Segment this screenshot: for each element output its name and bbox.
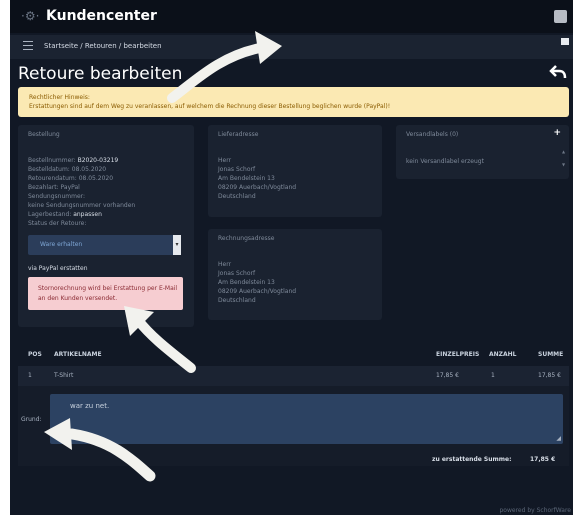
- billing-line: 08209 Auerbach/Vogtland: [218, 288, 297, 295]
- payment-line: Bezahlart: PayPal: [28, 184, 80, 191]
- app-window: ·⚙· Kundencenter Startseite / Retouren /…: [10, 0, 573, 515]
- delivery-address-panel: Lieferadresse Herr Jonas Schorf Am Bende…: [208, 125, 382, 217]
- refund-alert-text: Stornorechnung wird bei Erstattung per E…: [38, 285, 178, 302]
- shipping-labels-title: Versandlabels (0): [406, 131, 459, 138]
- status-select[interactable]: Ware erhalten ▾: [28, 235, 181, 255]
- breadcrumb[interactable]: Startseite / Retouren / bearbeiten: [44, 42, 162, 50]
- billing-line: Am Bendelstein 13: [218, 279, 275, 286]
- annotation-arrow-icon: [124, 306, 196, 373]
- status-select-value: Ware erhalten: [40, 241, 83, 248]
- billing-line: Herr: [218, 261, 232, 268]
- shipping-labels-empty: kein Versandlabel erzeugt: [406, 158, 484, 165]
- cell-price: 17,85 €: [436, 372, 459, 379]
- billing-line: Deutschland: [218, 297, 256, 304]
- delivery-address-label: Lieferadresse: [218, 131, 259, 138]
- col-qty: ANZAHL: [489, 351, 517, 358]
- reason-label: Grund:: [21, 416, 42, 423]
- cell-qty: 1: [491, 372, 495, 379]
- order-panel-label: Bestellung: [28, 131, 60, 138]
- nav-bar: Startseite / Retouren / bearbeiten: [10, 35, 573, 59]
- delivery-line: Am Bendelstein 13: [218, 175, 275, 182]
- chevron-down-icon[interactable]: ▾: [173, 235, 181, 255]
- annotation-arrow-icon: [167, 31, 282, 103]
- order-date-line: Bestelldatum: 08.05.2020: [28, 166, 107, 173]
- delivery-line: Jonas Schorf: [218, 166, 256, 173]
- paypal-refund-button[interactable]: via PayPal erstatten: [28, 265, 88, 272]
- delivery-line: Herr: [218, 157, 232, 164]
- menu-icon[interactable]: [23, 41, 33, 50]
- total-label: zu erstattende Summe:: [432, 456, 512, 463]
- billing-address-label: Rechnungsadresse: [218, 235, 275, 242]
- reason-text: war zu net.: [70, 402, 110, 410]
- app-title: Kundencenter: [46, 8, 157, 24]
- table-row: 1 T-Shirt 17,85 € 1 17,85 €: [18, 366, 569, 386]
- resize-handle-icon[interactable]: ◢: [556, 435, 561, 442]
- col-sum: SUMME: [538, 351, 564, 358]
- cell-sum: 17,85 €: [538, 372, 561, 379]
- logo-icon: ·⚙·: [21, 9, 40, 23]
- tracking-value: keine Sendungsnummer vorhanden: [28, 202, 136, 209]
- order-panel: Bestellung Bestellnummer: B2020-03219 Be…: [18, 125, 194, 327]
- return-date-line: Retourendatum: 08.05.2020: [28, 175, 114, 182]
- annotation-arrow-icon: [44, 418, 156, 482]
- back-arrow-icon[interactable]: [549, 64, 567, 80]
- stock-line: Lagerbestand: anpassen: [28, 211, 102, 218]
- delivery-line: Deutschland: [218, 193, 256, 200]
- toggle-icon[interactable]: [561, 38, 569, 45]
- cell-name: T-Shirt: [54, 372, 74, 379]
- col-price: EINZELPREIS: [436, 351, 480, 358]
- add-label-icon[interactable]: +: [553, 128, 561, 138]
- delivery-line: 08209 Auerbach/Vogtland: [218, 184, 297, 191]
- footer-credit: powered by SchorfWare: [499, 507, 572, 514]
- legal-notice: Rechtlicher Hinweis: Erstattungen sind a…: [18, 87, 569, 117]
- table-header: POS ARTIKELNAME EINZELPREIS ANZAHL SUMME: [18, 343, 569, 365]
- shipping-labels-panel: Versandlabels (0) + kein Versandlabel er…: [396, 125, 569, 179]
- col-name: ARTIKELNAME: [54, 351, 102, 358]
- status-label: Status der Retoure:: [28, 220, 87, 227]
- billing-address-panel: Rechnungsadresse Herr Jonas Schorf Am Be…: [208, 229, 382, 320]
- page-title: Retoure bearbeiten: [18, 64, 183, 84]
- user-avatar[interactable]: [554, 10, 567, 23]
- tracking-label: Sendungsnummer:: [28, 193, 86, 200]
- scrollbar[interactable]: ▲ ▼: [562, 145, 566, 171]
- notice-title: Rechtlicher Hinweis:: [29, 94, 90, 101]
- billing-line: Jonas Schorf: [218, 270, 256, 277]
- order-number-line: Bestellnummer: B2020-03219: [28, 157, 119, 164]
- top-bar: ·⚙· Kundencenter: [10, 0, 573, 33]
- cell-pos: 1: [28, 372, 32, 379]
- col-pos: POS: [28, 351, 42, 358]
- total-value: 17,85 €: [530, 456, 556, 463]
